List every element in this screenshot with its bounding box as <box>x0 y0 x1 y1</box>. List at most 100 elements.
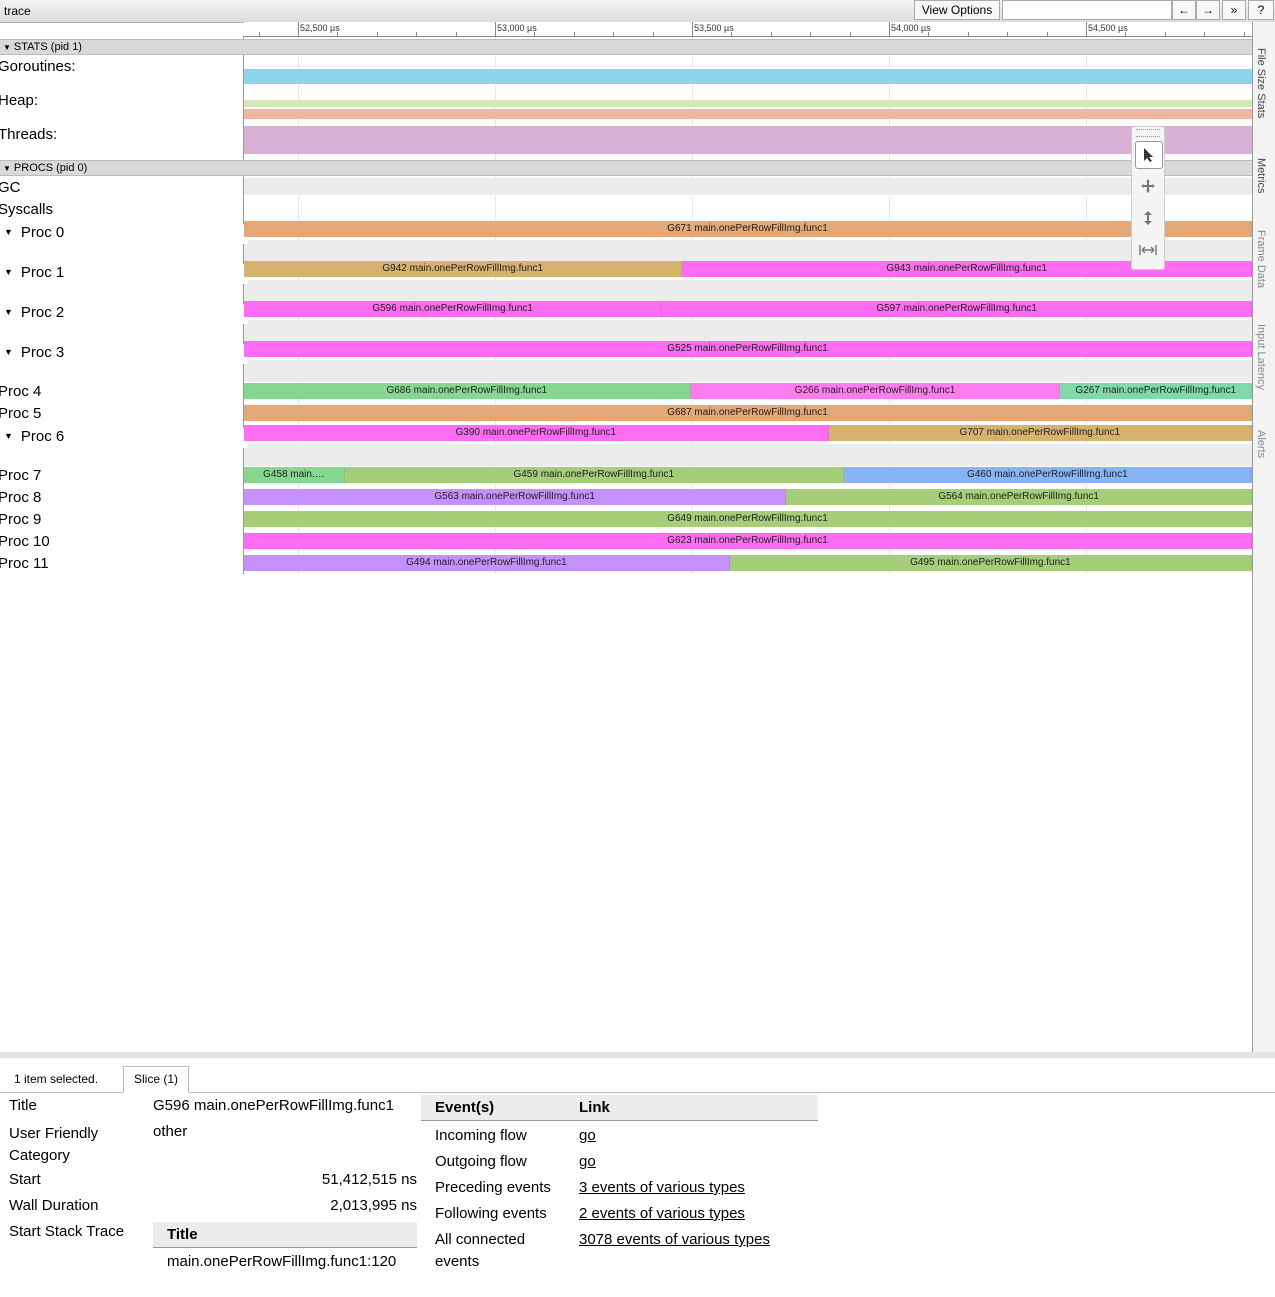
event-link[interactable]: 2 events of various types <box>579 1203 745 1225</box>
expand-triangle-icon[interactable]: ▼ <box>4 347 13 357</box>
proc-row-label[interactable]: ▼ Proc 6 <box>4 428 248 448</box>
goroutine-slice[interactable]: G649 main.onePerRowFillImg.func1 <box>244 511 1252 527</box>
event-label: Preceding events <box>435 1179 551 1196</box>
event-label: Incoming flow <box>435 1127 527 1144</box>
goroutine-slice[interactable]: G525 main.onePerRowFillImg.func1 <box>244 341 1252 357</box>
event-label: Outgoing flow <box>435 1153 527 1170</box>
proc-label-text: GC <box>0 179 21 196</box>
goroutine-slice[interactable]: G597 main.onePerRowFillImg.func1 <box>662 301 1252 317</box>
side-tab-file-size-stats[interactable]: File Size Stats <box>1255 48 1267 118</box>
proc-label-text: Proc 8 <box>0 489 42 506</box>
goroutine-slice[interactable]: G942 main.onePerRowFillImg.func1 <box>244 261 683 277</box>
stats-header-label: STATS (pid 1) <box>13 41 82 53</box>
events-header: Event(s) <box>435 1099 495 1116</box>
collapse-triangle-icon[interactable]: ▼ <box>3 41 11 55</box>
procs-header-label: PROCS (pid 0) <box>13 162 88 174</box>
proc-label-text: Proc 9 <box>0 511 42 528</box>
goroutine-slice[interactable]: G687 main.onePerRowFillImg.func1 <box>244 405 1252 421</box>
proc-label-text: Proc 0 <box>20 224 65 241</box>
pan-icon[interactable] <box>1135 173 1161 199</box>
goroutine-slice[interactable]: G686 main.onePerRowFillImg.func1 <box>244 383 691 399</box>
proc-label-text: Proc 11 <box>0 555 49 572</box>
proc-row-label[interactable]: ▼ Proc 3 <box>4 344 248 364</box>
category-label: User Friendly Category <box>9 1125 99 1164</box>
tab-slice[interactable]: Slice (1) <box>123 1066 190 1093</box>
expand-triangle-icon[interactable]: ▼ <box>4 267 13 277</box>
goroutine-slice[interactable]: G596 main.onePerRowFillImg.func1 <box>244 301 663 317</box>
goroutine-slice[interactable]: G458 main.… <box>244 467 345 483</box>
duration-value: 2,013,995 ns <box>330 1197 417 1214</box>
proc-label-text: Proc 2 <box>20 304 65 321</box>
link-header: Link <box>579 1099 610 1116</box>
timing-icon[interactable] <box>1135 237 1161 263</box>
start-value: 51,412,515 ns <box>321 1171 417 1188</box>
event-link[interactable]: 3 events of various types <box>579 1177 745 1199</box>
start-label: Start <box>9 1171 41 1188</box>
proc-row-label[interactable]: ▼ Proc 2 <box>4 304 248 324</box>
side-tab-alerts[interactable]: Alerts <box>1255 430 1267 458</box>
event-link[interactable]: 3078 events of various types <box>579 1229 770 1251</box>
goroutine-slice[interactable]: G266 main.onePerRowFillImg.func1 <box>690 383 1061 399</box>
stat-track-bar <box>244 126 1252 154</box>
proc-row-label[interactable]: Proc 9 <box>0 511 242 531</box>
proc-label-text: Proc 10 <box>0 533 50 550</box>
goroutine-slice[interactable]: G943 main.onePerRowFillImg.func1 <box>682 261 1252 277</box>
proc-label-text: Proc 5 <box>0 405 42 422</box>
goroutine-slice[interactable]: G267 main.onePerRowFillImg.func1 <box>1060 383 1252 399</box>
proc-row-label[interactable]: Proc 11 <box>0 555 242 575</box>
timeline-area[interactable]: ▼ STATS (pid 1) Goroutines: Heap: Threads: ▼ P… <box>0 0 1252 575</box>
proc-row-label[interactable]: ▼ Proc 0 <box>4 224 248 244</box>
stat-track-bar <box>244 109 1252 119</box>
goroutine-slice[interactable]: G564 main.onePerRowFillImg.func1 <box>786 489 1252 505</box>
proc-row-label[interactable]: Syscalls <box>0 201 242 221</box>
lane-background <box>244 444 1252 466</box>
proc-row-label[interactable]: Proc 4 <box>0 383 242 403</box>
goroutine-slice[interactable]: G460 main.onePerRowFillImg.func1 <box>843 467 1252 483</box>
side-tab-metrics[interactable]: Metrics <box>1255 158 1267 193</box>
goroutine-slice[interactable]: G390 main.onePerRowFillImg.func1 <box>244 425 829 441</box>
collapse-triangle-icon[interactable]: ▼ <box>3 162 11 176</box>
goroutine-slice[interactable]: G563 main.onePerRowFillImg.func1 <box>244 489 787 505</box>
proc-row-label[interactable]: Proc 8 <box>0 489 242 509</box>
proc-row-label[interactable]: Proc 5 <box>0 405 242 425</box>
proc-row-label[interactable]: Proc 7 <box>0 467 242 487</box>
goroutine-slice[interactable]: G671 main.onePerRowFillImg.func1 <box>244 221 1252 237</box>
stat-row-label: Goroutines: <box>0 58 242 78</box>
lane-background <box>244 240 1252 262</box>
event-label: Following events <box>435 1205 547 1222</box>
goroutine-slice[interactable]: G459 main.onePerRowFillImg.func1 <box>344 467 844 483</box>
procs-section-header[interactable]: ▼ PROCS (pid 0) <box>0 160 1252 176</box>
side-panel: File Size Stats Metrics Frame Data Input La… <box>1252 22 1275 1052</box>
selection-summary: 1 item selected. <box>14 1072 99 1086</box>
side-tab-frame-data[interactable]: Frame Data <box>1255 230 1267 288</box>
proc-label-text: Proc 3 <box>20 344 65 361</box>
expand-triangle-icon[interactable]: ▼ <box>4 431 13 441</box>
stat-row-label: Threads: <box>0 126 242 146</box>
stats-section-header[interactable]: ▼ STATS (pid 1) <box>0 39 1252 55</box>
event-link[interactable]: go <box>579 1125 596 1147</box>
proc-label-text: Proc 1 <box>20 264 65 281</box>
title-label: Title <box>9 1097 37 1114</box>
zoom-icon[interactable] <box>1135 205 1161 231</box>
goroutine-slice[interactable]: G623 main.onePerRowFillImg.func1 <box>244 533 1252 549</box>
stat-row-label: Heap: <box>0 92 242 112</box>
event-label: All connected events <box>435 1231 526 1270</box>
side-tab-input-latency[interactable]: Input Latency <box>1255 324 1267 390</box>
proc-row-label[interactable]: Proc 10 <box>0 533 242 553</box>
goroutine-slice[interactable]: G494 main.onePerRowFillImg.func1 <box>244 555 730 571</box>
proc-row-label[interactable]: ▼ Proc 1 <box>4 264 248 284</box>
pointer-icon[interactable] <box>1135 141 1163 169</box>
proc-label-text: Proc 4 <box>0 383 42 400</box>
proc-label-text: Proc 6 <box>20 428 65 445</box>
stack-trace-label: Start Stack Trace <box>9 1223 125 1240</box>
stack-frame: main.onePerRowFillImg.func1:120 <box>167 1253 397 1270</box>
expand-triangle-icon[interactable]: ▼ <box>4 227 13 237</box>
stat-track-bar <box>244 100 1252 107</box>
goroutine-slice[interactable]: G707 main.onePerRowFillImg.func1 <box>828 425 1252 441</box>
goroutine-slice[interactable]: G495 main.onePerRowFillImg.func1 <box>729 555 1252 571</box>
drag-handle[interactable] <box>1136 129 1160 137</box>
lane-background <box>244 178 1252 195</box>
event-link[interactable]: go <box>579 1151 596 1173</box>
proc-row-label[interactable]: GC <box>0 179 242 199</box>
expand-triangle-icon[interactable]: ▼ <box>4 307 13 317</box>
